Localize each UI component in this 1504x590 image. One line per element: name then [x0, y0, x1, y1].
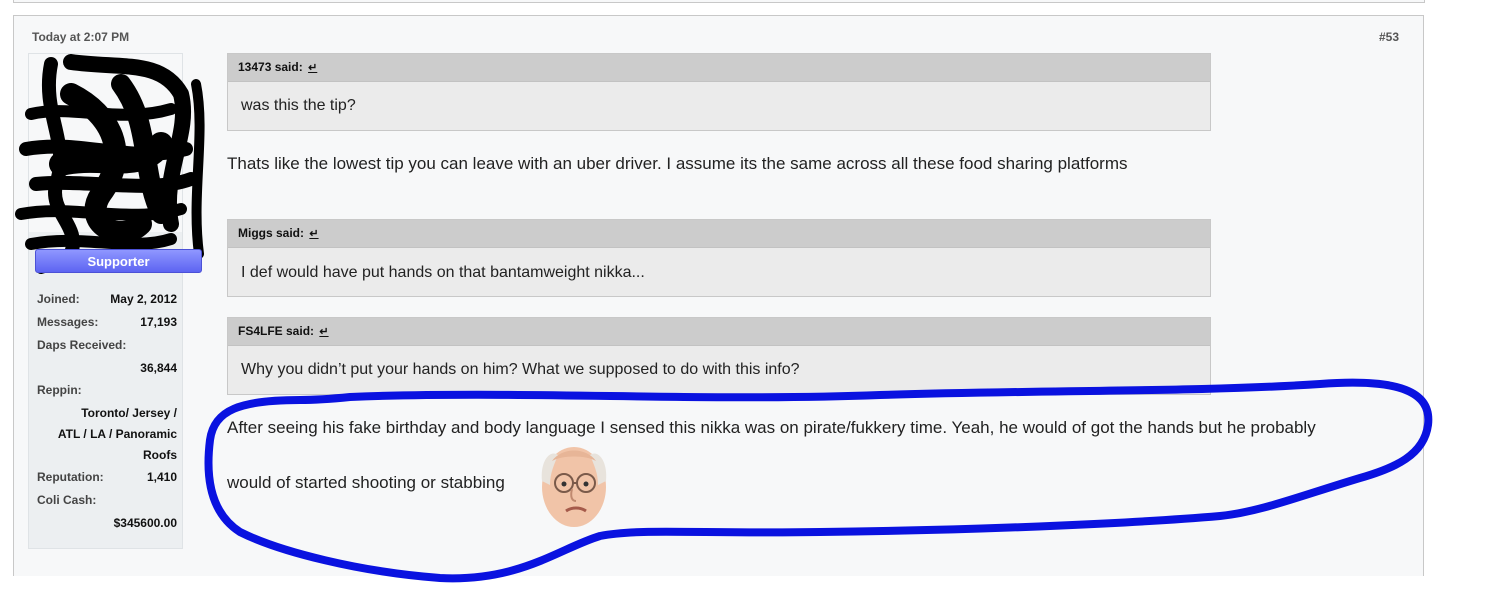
quote-block: 13473 said: ↵ was this the tip? [227, 53, 1211, 131]
previous-post-edge [13, 0, 1425, 3]
stat-messages: Messages: 17,193 [37, 315, 177, 338]
avatar[interactable] [15, 54, 205, 274]
stat-label: Messages: [37, 315, 99, 329]
user-title-badge: Supporter [35, 249, 202, 273]
stat-daps: Daps Received: 36,844 [37, 338, 177, 379]
quote-text: was this the tip? [241, 97, 356, 114]
stat-value: $345600.00 [113, 516, 177, 530]
stat-label: Joined: [37, 292, 80, 306]
stat-value: Toronto/ Jersey / [81, 406, 177, 420]
return-arrow-icon[interactable]: ↵ [319, 326, 328, 338]
stat-value[interactable]: 17,193 [140, 315, 177, 329]
stat-reppin: Reppin: Toronto/ Jersey / ATL / LA / Pan… [37, 383, 177, 466]
quote-header: FS4LFE said: ↵ [228, 318, 1210, 346]
user-stats: Joined: May 2, 2012 Messages: 17,193 Dap… [37, 292, 177, 538]
stat-joined: Joined: May 2, 2012 [37, 292, 177, 315]
larry-david-face-emoji [541, 447, 607, 527]
stat-label: Reputation: [37, 470, 104, 484]
return-arrow-icon[interactable]: ↵ [308, 62, 317, 74]
quote-block: Miggs said: ↵ I def would have put hands… [227, 219, 1211, 297]
stat-value: 36,844 [140, 361, 177, 375]
quote-header: 13473 said: ↵ [228, 54, 1210, 82]
stat-label: Reppin: [37, 383, 82, 397]
quote-author: Miggs said: [238, 226, 305, 240]
stat-label: Daps Received: [37, 338, 127, 352]
stat-label: Coli Cash: [37, 493, 97, 507]
stat-value: ATL / LA / Panoramic [57, 427, 177, 441]
post-message-line: After seeing his fake birthday and body … [227, 418, 1316, 437]
stat-reputation: Reputation: 1,410 [37, 470, 177, 493]
post-date: Today at 2:07 PM [32, 30, 130, 44]
quote-text: I def would have put hands on that banta… [241, 264, 645, 281]
stat-value: 1,410 [146, 470, 177, 484]
stat-value: Roofs [143, 448, 177, 462]
return-arrow-icon[interactable]: ↵ [309, 228, 318, 240]
post-message: Thats like the lowest tip you can leave … [227, 154, 1128, 173]
post-message-line: would of started shooting or stabbing [227, 473, 505, 492]
user-info-card: Supporter Joined: May 2, 2012 Messages: … [15, 53, 205, 549]
forum-post: Today at 2:07 PM #53 Supporter Joined: M… [13, 15, 1424, 576]
quote-text: Why you didn’t put your hands on him? Wh… [241, 361, 800, 378]
stat-value: May 2, 2012 [110, 292, 177, 306]
post-number-link[interactable]: #53 [1379, 30, 1399, 44]
quote-author: FS4LFE said: [238, 324, 315, 338]
quote-author: 13473 said: [238, 60, 303, 74]
stat-coli-cash: Coli Cash: $345600.00 [37, 493, 177, 534]
quote-block: FS4LFE said: ↵ Why you didn’t put your h… [227, 317, 1211, 395]
quote-header: Miggs said: ↵ [228, 220, 1210, 248]
